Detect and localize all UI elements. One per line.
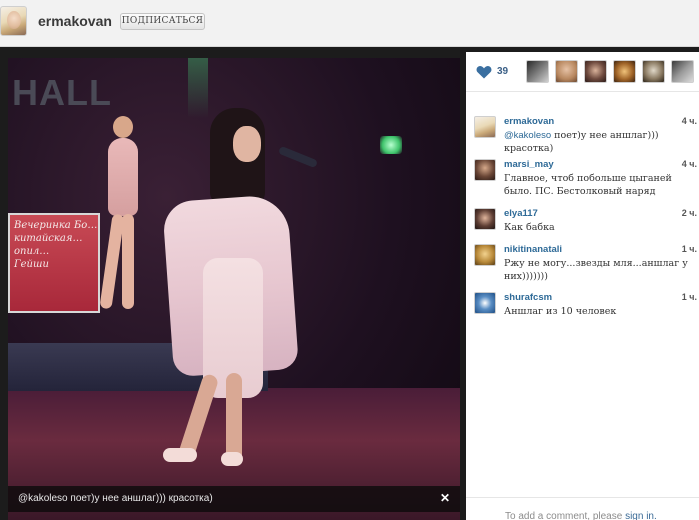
post-photo[interactable]: HALL Вечеринка Бо… китайская… опил… Гейш… <box>8 58 460 520</box>
liker-avatar[interactable] <box>671 60 694 83</box>
add-comment-prompt: To add a comment, please sign in. <box>505 511 657 520</box>
comment-text: Аншлаг из 10 человек <box>504 306 617 317</box>
top-bar: ermakovan ПОДПИСАТЬСЯ <box>0 0 699 47</box>
commenter-avatar[interactable] <box>474 244 496 266</box>
comment-mention[interactable]: @kakoleso <box>504 130 551 141</box>
comment-text: Главное, чтоб побольше цыганей было. ПС.… <box>504 173 672 197</box>
background-dancer <box>99 116 145 316</box>
close-icon[interactable]: ✕ <box>440 491 450 505</box>
comment-time: 4 ч. <box>681 116 697 126</box>
comment-time: 2 ч. <box>681 208 697 218</box>
comment-username[interactable]: ermakovan <box>504 116 554 127</box>
comment-text: @kakoleso поет)у нее аншлаг))) красотка) <box>504 129 694 155</box>
commenter-avatar[interactable] <box>474 208 496 230</box>
photo-caption-bar: @kakoleso поет)у нее аншлаг))) красотка)… <box>8 486 460 512</box>
add-comment-text: To add a comment, please <box>505 511 626 520</box>
liker-avatar[interactable] <box>642 60 665 83</box>
commenter-avatar[interactable] <box>474 159 496 181</box>
comments-panel: 39 ermakovan 4 ч. @kakoleso поет)у нее а… <box>466 52 699 520</box>
liker-avatar[interactable] <box>613 60 636 83</box>
comment-time: 1 ч. <box>681 244 697 254</box>
profile-avatar[interactable] <box>0 6 27 36</box>
panel-divider <box>466 497 699 498</box>
comment-username[interactable]: elya117 <box>504 208 538 219</box>
commenter-avatar[interactable] <box>474 116 496 138</box>
liker-avatar[interactable] <box>555 60 578 83</box>
comment-text: Ржу не могу...звезды мля...аншлаг у них)… <box>504 258 688 282</box>
comment-username[interactable]: shurafcsm <box>504 292 552 303</box>
likes-count[interactable]: 39 <box>497 66 508 77</box>
comment-time: 1 ч. <box>681 292 697 302</box>
comment-time: 4 ч. <box>681 159 697 169</box>
heart-icon[interactable] <box>476 65 492 79</box>
liker-avatar[interactable] <box>584 60 607 83</box>
follow-button[interactable]: ПОДПИСАТЬСЯ <box>120 13 205 30</box>
likes-row: 39 <box>466 52 699 92</box>
event-banner-text: Вечеринка Бо… китайская… опил… Гейши <box>14 220 98 270</box>
singer-figure <box>158 108 308 468</box>
comment-username[interactable]: nikitinanatali <box>504 244 562 255</box>
commenter-avatar[interactable] <box>474 292 496 314</box>
event-banner: Вечеринка Бо… китайская… опил… Гейши <box>8 213 100 313</box>
profile-username[interactable]: ermakovan <box>38 13 112 29</box>
comment-text: Как бабка <box>504 222 555 233</box>
comment-username[interactable]: marsi_may <box>504 159 554 170</box>
photo-caption: @kakoleso поет)у нее аншлаг))) красотка) <box>18 493 213 504</box>
green-stage-light <box>380 136 402 154</box>
sign-in-link[interactable]: sign in. <box>625 511 657 520</box>
hall-sign-text: HALL <box>12 72 112 113</box>
liker-avatar[interactable] <box>526 60 549 83</box>
